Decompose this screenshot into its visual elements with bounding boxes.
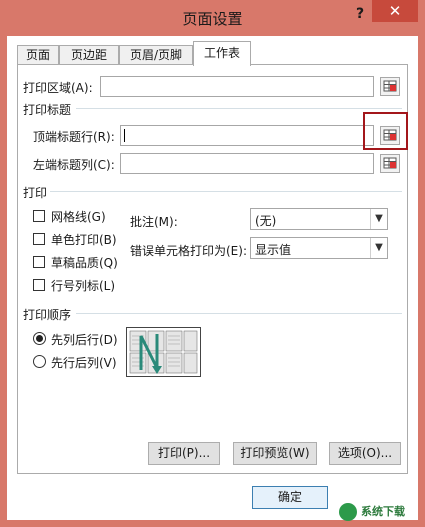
tab-margins[interactable]: 页边距 [59,45,119,65]
black-white-label[interactable]: 单色打印(B) [51,231,117,248]
row-col-headings-checkbox[interactable] [33,279,45,291]
options-button[interactable]: 选项(O)... [329,442,401,465]
help-button[interactable]: ? [350,4,370,24]
page-order-preview-icon [129,330,198,374]
print-preview-button[interactable]: 打印预览(W) [233,442,317,465]
draft-quality-checkbox[interactable] [33,256,45,268]
chevron-down-icon: ▼ [370,209,387,229]
print-titles-group-label: 打印标题 [23,103,72,117]
tab-header-footer[interactable]: 页眉/页脚 [119,45,193,65]
chevron-down-icon: ▼ [370,238,387,258]
watermark-logo-icon [339,503,357,521]
cols-range-button[interactable] [380,154,400,173]
print-area-label: 打印区域(A): [23,81,93,95]
page-order-preview [126,327,201,377]
comments-select[interactable]: (无) ▼ [250,208,388,230]
print-titles-divider [76,108,402,109]
comments-label: 批注(M): [130,215,178,229]
title-bar: 页面设置 ? ✕ [0,0,425,36]
text-cursor [124,129,125,142]
close-button[interactable]: ✕ [372,0,418,22]
down-then-over-label[interactable]: 先列后行(D) [51,331,118,348]
page-order-group-label: 打印顺序 [23,308,72,322]
tab-sheet[interactable]: 工作表 [193,41,251,66]
print-divider [50,191,402,192]
black-white-checkbox[interactable] [33,233,45,245]
cell-errors-value: 显示值 [255,243,292,257]
highlight-box [363,112,408,150]
watermark: 系统下载 [339,501,419,523]
row-col-headings-label[interactable]: 行号列标(L) [51,277,115,294]
watermark-text: 系统下载 [361,505,405,518]
rows-to-repeat-label: 顶端标题行(R): [33,130,115,144]
ok-button[interactable]: 确定 [252,486,328,509]
cell-errors-label: 错误单元格打印为(E): [130,244,247,258]
print-area-range-button[interactable] [380,77,400,96]
dialog-body: 页面 页边距 页眉/页脚 工作表 打印区域(A): 打印标题 顶端标题行(R): [7,36,418,520]
print-button[interactable]: 打印(P)... [148,442,220,465]
print-group-label: 打印 [23,186,48,200]
comments-value: (无) [255,214,277,228]
rows-to-repeat-input[interactable] [120,125,374,146]
gridlines-checkbox[interactable] [33,210,45,222]
over-then-down-label[interactable]: 先行后列(V) [51,354,117,371]
cols-to-repeat-label: 左端标题列(C): [33,158,115,172]
page-order-divider [76,313,402,314]
gridlines-label[interactable]: 网格线(G) [51,208,106,225]
cell-errors-select[interactable]: 显示值 ▼ [250,237,388,259]
print-area-input[interactable] [100,76,374,97]
range-select-icon [383,157,397,169]
over-then-down-radio[interactable] [33,355,46,368]
cols-to-repeat-input[interactable] [120,153,374,174]
range-select-icon [383,80,397,92]
tab-page[interactable]: 页面 [17,45,59,65]
down-then-over-radio[interactable] [33,332,46,345]
draft-quality-label[interactable]: 草稿品质(Q) [51,254,118,271]
sheet-panel: 打印区域(A): 打印标题 顶端标题行(R): 左端标题列(C): 打印 网格线… [17,64,408,474]
